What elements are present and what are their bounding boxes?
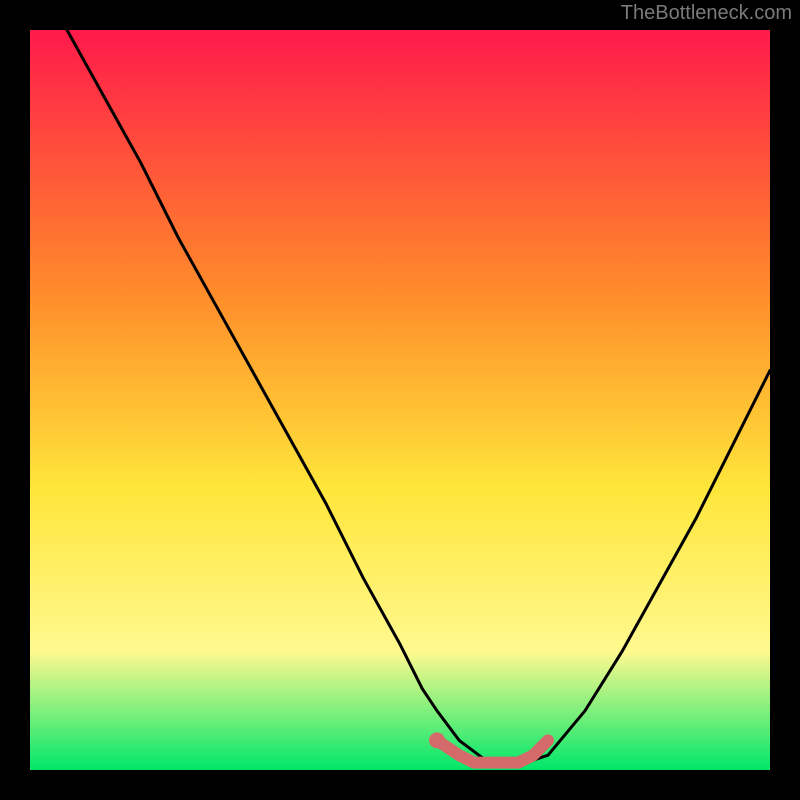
gradient-background xyxy=(30,30,770,770)
optimal-start-dot xyxy=(429,732,445,748)
chart-svg xyxy=(30,30,770,770)
attribution-text: TheBottleneck.com xyxy=(621,2,792,25)
plot-area xyxy=(30,30,770,770)
chart-container: TheBottleneck.com xyxy=(0,0,800,800)
